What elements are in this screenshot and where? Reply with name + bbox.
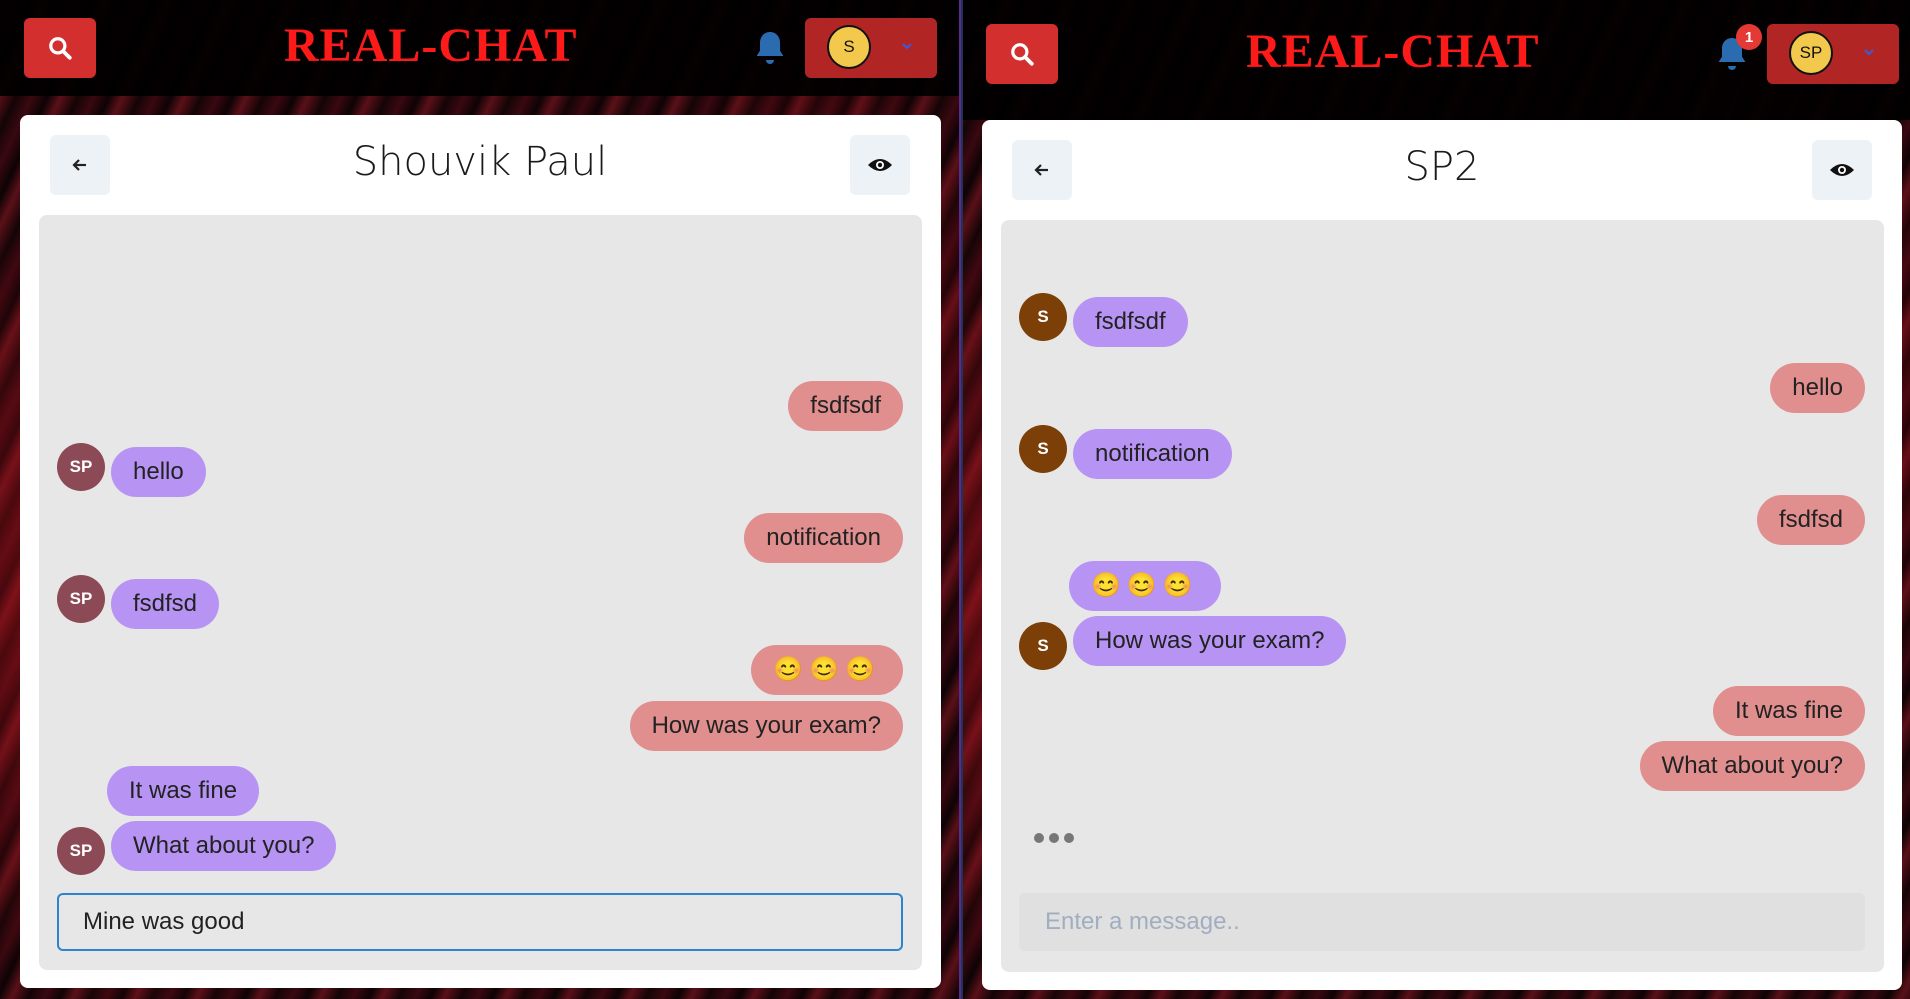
profile-avatar: SP: [1789, 31, 1833, 75]
top-bar: REAL-CHAT S: [0, 0, 959, 96]
message-bubble-sent: What about you?: [1639, 741, 1865, 791]
sender-avatar: S: [1019, 622, 1067, 670]
message-bubble-sent: notification: [744, 513, 903, 563]
message-bubble-sent: It was fine: [1712, 686, 1865, 736]
brand-title: REAL-CHAT: [284, 19, 578, 72]
notification-button[interactable]: 1: [1712, 24, 1762, 78]
message-bubble-sent: How was your exam?: [629, 701, 903, 751]
message-bubble-received: notification: [1073, 429, 1232, 479]
message-bubble-sent: fsdfsd: [1756, 495, 1865, 545]
search-icon: [49, 37, 72, 60]
messages-area: fsdfsdf SP hello notification SP fsdfsd …: [39, 215, 922, 970]
message-bubble-received: It was fine: [107, 766, 260, 816]
right-window: REAL-CHAT 1 SP SP2 S fsdfsdf hello S not…: [961, 0, 1910, 999]
sender-avatar: SP: [57, 443, 105, 491]
sender-avatar: S: [1019, 425, 1067, 473]
notification-badge: 1: [1736, 24, 1762, 50]
arrow-left-icon: [72, 159, 86, 171]
search-button[interactable]: [24, 18, 96, 78]
profile-menu-button[interactable]: SP: [1767, 24, 1899, 84]
message-bubble-received: fsdfsd: [111, 579, 220, 629]
chevron-down-icon: [1864, 49, 1874, 56]
message-bubble-sent: 😊😊😊: [751, 645, 903, 695]
left-window: REAL-CHAT S Shouvik Paul fsdfsdf SP hell…: [0, 0, 961, 999]
chat-panel: SP2 S fsdfsdf hello S notification fsdfs…: [982, 120, 1902, 990]
message-input[interactable]: Enter a message..: [1019, 893, 1865, 951]
typing-indicator: [1034, 833, 1074, 843]
message-bubble-received: How was your exam?: [1073, 616, 1347, 666]
view-profile-button[interactable]: [850, 135, 910, 195]
message-bubble-sent: fsdfsdf: [788, 381, 903, 431]
back-button[interactable]: [1012, 140, 1072, 200]
messages-area: S fsdfsdf hello S notification fsdfsd 😊😊…: [1001, 220, 1884, 972]
top-bar: REAL-CHAT 1 SP: [963, 0, 1910, 120]
back-button[interactable]: [50, 135, 110, 195]
view-profile-button[interactable]: [1812, 140, 1872, 200]
brand-title: REAL-CHAT: [1246, 25, 1540, 78]
chat-title: SP2: [1404, 144, 1480, 190]
eye-icon: [868, 159, 892, 171]
profile-avatar: S: [827, 25, 871, 69]
sender-avatar: S: [1019, 293, 1067, 341]
message-bubble-received: hello: [111, 447, 206, 497]
chat-title: Shouvik Paul: [352, 139, 608, 185]
notification-button[interactable]: [750, 24, 790, 72]
profile-menu-button[interactable]: S: [805, 18, 937, 78]
search-button[interactable]: [986, 24, 1058, 84]
chevron-down-icon: [902, 43, 912, 50]
message-input[interactable]: Mine was good: [57, 893, 903, 951]
message-bubble-received: What about you?: [111, 821, 337, 871]
message-bubble-sent: hello: [1770, 363, 1865, 413]
search-icon: [1011, 43, 1034, 66]
eye-icon: [1830, 164, 1854, 176]
arrow-left-icon: [1034, 164, 1048, 176]
message-bubble-received: fsdfsdf: [1073, 297, 1188, 347]
sender-avatar: SP: [57, 575, 105, 623]
sender-avatar: SP: [57, 827, 105, 875]
bell-icon: [756, 32, 784, 64]
chat-panel: Shouvik Paul fsdfsdf SP hello notificati…: [20, 115, 941, 988]
message-bubble-received: 😊😊😊: [1069, 561, 1221, 611]
